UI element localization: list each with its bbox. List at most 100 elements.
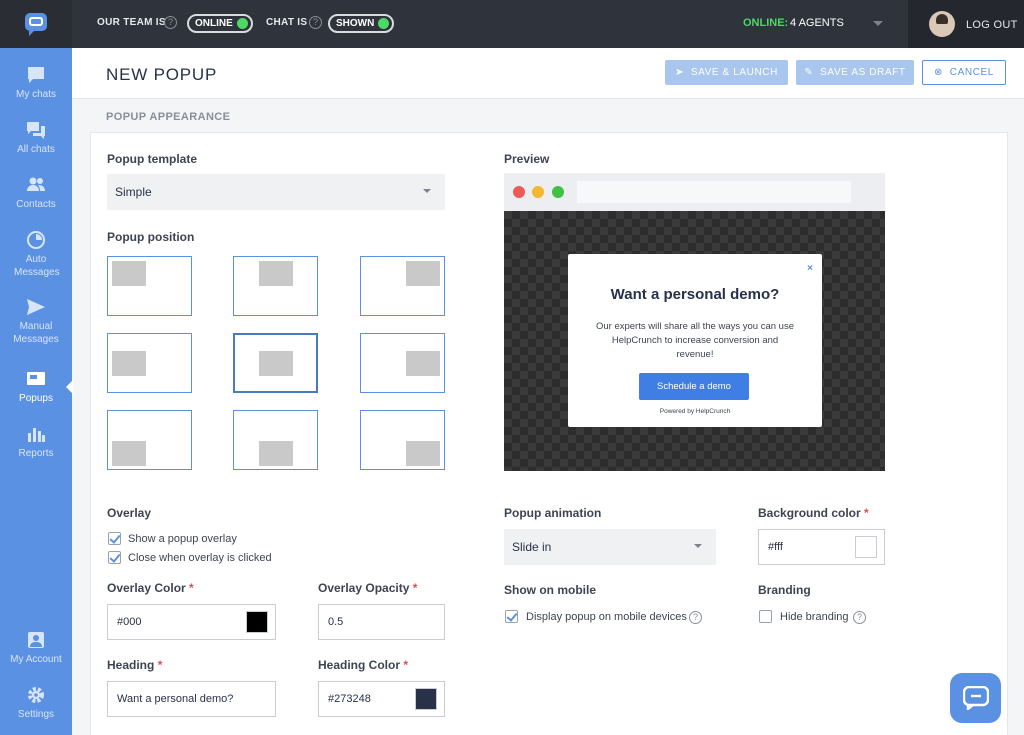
chevron-down-icon[interactable]	[873, 21, 883, 26]
position-bottom-right[interactable]	[360, 410, 445, 470]
preview-label: Preview	[504, 152, 550, 166]
heading-color-value: #273248	[328, 693, 371, 705]
avatar[interactable]	[929, 11, 955, 37]
online-label: ONLINE:	[743, 17, 789, 29]
save-draft-button[interactable]: ✎ SAVE AS DRAFT	[796, 60, 914, 85]
chat-bubble-icon	[28, 67, 44, 83]
position-middle-left[interactable]	[107, 333, 192, 393]
overlay-opacity-text: Overlay Opacity	[318, 581, 410, 595]
required-mark: *	[189, 581, 194, 595]
hide-branding-label: Hide branding	[780, 611, 849, 623]
position-middle-center[interactable]	[233, 333, 318, 393]
sidebar-item-label: Contacts	[16, 199, 56, 210]
bg-color-label: Background color *	[758, 506, 869, 520]
template-value: Simple	[115, 185, 152, 199]
show-overlay-checkbox[interactable]	[108, 532, 121, 545]
animation-label: Popup animation	[504, 506, 602, 520]
overlay-color-value: #000	[117, 616, 142, 628]
close-icon[interactable]: ×	[807, 263, 813, 274]
logout-link[interactable]: LOG OUT	[966, 19, 1018, 31]
template-select[interactable]: Simple	[107, 174, 445, 210]
sidebar: My chats All chats Contacts Auto Message…	[0, 48, 73, 735]
popup-icon	[27, 372, 45, 385]
help-icon[interactable]: ?	[309, 16, 322, 29]
position-bottom-center[interactable]	[233, 410, 318, 470]
popup-preview: × Want a personal demo? Our experts will…	[568, 254, 822, 427]
sidebar-item-all-chats[interactable]: All chats	[0, 121, 72, 156]
position-middle-right[interactable]	[360, 333, 445, 393]
sidebar-item-reports[interactable]: Reports	[0, 425, 72, 460]
sidebar-item-label: My Account	[10, 654, 62, 665]
sidebar-item-my-chats[interactable]: My chats	[0, 66, 72, 101]
send-icon: ➤	[675, 67, 685, 78]
bg-color-text: Background color	[758, 506, 861, 520]
team-status-value: ONLINE	[195, 18, 233, 29]
close-dot	[513, 186, 525, 198]
overlay-opacity-value: 0.5	[328, 616, 344, 628]
chats-icon	[27, 122, 45, 139]
sidebar-item-settings[interactable]: Settings	[0, 686, 72, 721]
chat-status-label: CHAT IS	[266, 17, 308, 28]
sidebar-item-label: Popups	[19, 393, 53, 404]
chat-status-toggle[interactable]: SHOWN	[328, 14, 395, 33]
active-indicator	[66, 380, 73, 394]
top-bar: OUR TEAM IS ? ONLINE CHAT IS ? SHOWN ONL…	[0, 0, 1024, 48]
required-mark: *	[412, 581, 418, 595]
agents-count[interactable]: 4 AGENTS	[790, 17, 844, 29]
overlay-opacity-label: Overlay Opacity *	[318, 581, 417, 595]
position-top-left[interactable]	[107, 256, 192, 316]
heading-color-text: Heading Color	[318, 658, 401, 672]
position-top-center[interactable]	[233, 256, 318, 316]
animation-select[interactable]: Slide in	[504, 529, 716, 565]
mobile-checkbox[interactable]	[505, 610, 518, 623]
chat-status-value: SHOWN	[336, 18, 375, 29]
maximize-dot	[552, 186, 564, 198]
minimize-dot	[532, 186, 544, 198]
required-mark: *	[157, 658, 163, 672]
powered-by: Powered by HelpCrunch	[659, 408, 731, 415]
pencil-icon: ✎	[804, 67, 814, 78]
save-launch-button[interactable]: ➤ SAVE & LAUNCH	[665, 60, 788, 85]
team-status-toggle[interactable]: ONLINE	[187, 14, 253, 33]
bg-color-swatch[interactable]	[855, 536, 877, 558]
required-mark: *	[864, 506, 869, 520]
close-overlay-checkbox[interactable]	[108, 551, 121, 564]
heading-color-swatch[interactable]	[415, 688, 437, 710]
sidebar-item-my-account[interactable]: My Account	[0, 631, 72, 666]
sidebar-item-popups[interactable]: Popups	[0, 370, 72, 405]
schedule-demo-button[interactable]: Schedule a demo	[639, 373, 749, 400]
help-icon[interactable]: ?	[164, 16, 177, 29]
overlay-color-label: Overlay Color *	[107, 581, 194, 595]
sidebar-item-manual-messages[interactable]: Manual Messages	[0, 298, 72, 346]
chevron-down-icon	[423, 189, 431, 193]
cancel-label: CANCEL	[949, 67, 994, 78]
toggle-on-indicator	[236, 18, 248, 29]
close-overlay-label: Close when overlay is clicked	[128, 552, 272, 564]
help-icon[interactable]: ?	[853, 611, 866, 624]
chat-bubble-icon	[962, 686, 989, 710]
save-draft-label: SAVE AS DRAFT	[820, 67, 906, 78]
page-header: NEW POPUP ➤ SAVE & LAUNCH ✎ SAVE AS DRAF…	[72, 48, 1024, 99]
sidebar-item-contacts[interactable]: Contacts	[0, 176, 72, 211]
overlay-color-swatch[interactable]	[246, 611, 268, 633]
sidebar-item-label: Reports	[18, 448, 54, 459]
sidebar-item-label: All chats	[17, 144, 55, 155]
hide-branding-checkbox[interactable]	[759, 610, 772, 623]
helpcrunch-logo[interactable]	[0, 0, 72, 48]
chat-launcher-button[interactable]	[950, 673, 1001, 723]
close-circle-icon: ⊗	[934, 67, 944, 78]
chevron-down-icon	[694, 544, 702, 548]
heading-input[interactable]: Want a personal demo?	[107, 681, 276, 717]
position-bottom-left[interactable]	[107, 410, 192, 470]
overlay-opacity-input[interactable]: 0.5	[318, 604, 445, 640]
cancel-button[interactable]: ⊗ CANCEL	[922, 60, 1006, 85]
position-block	[112, 351, 146, 376]
required-mark: *	[403, 658, 409, 672]
help-icon[interactable]: ?	[689, 611, 702, 624]
position-label: Popup position	[107, 230, 195, 244]
position-top-right[interactable]	[360, 256, 445, 316]
animation-value: Slide in	[512, 540, 552, 554]
sidebar-item-auto-messages[interactable]: Auto Messages	[0, 231, 72, 279]
section-title: POPUP APPEARANCE	[106, 111, 231, 123]
template-label: Popup template	[107, 152, 198, 166]
